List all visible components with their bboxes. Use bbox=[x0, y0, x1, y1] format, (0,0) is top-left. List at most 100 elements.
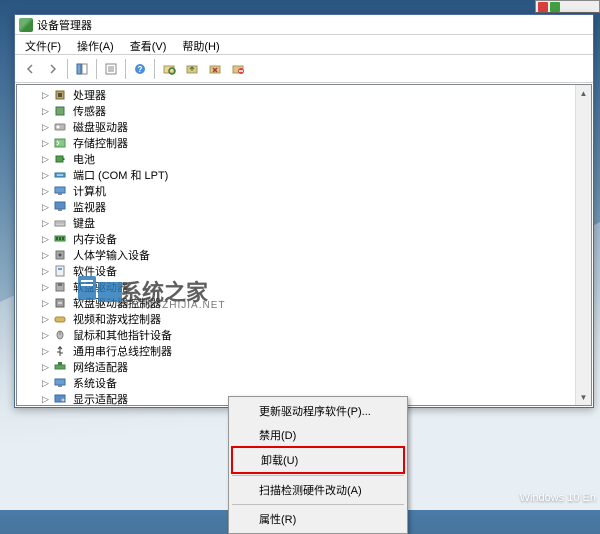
memory-icon bbox=[52, 232, 68, 246]
scroll-up-arrow[interactable]: ▲ bbox=[576, 85, 591, 101]
app-icon bbox=[538, 2, 548, 12]
menu-action[interactable]: 操作(A) bbox=[69, 35, 122, 54]
expander-icon[interactable]: ▷ bbox=[39, 90, 52, 101]
expander-icon[interactable]: ▷ bbox=[39, 170, 52, 181]
tree-label: 键盘 bbox=[71, 215, 97, 231]
tree-label: 磁盘驱动器 bbox=[71, 119, 130, 135]
expander-icon[interactable]: ▷ bbox=[39, 138, 52, 149]
tree-usb[interactable]: ▷ 通用串行总线控制器 bbox=[21, 343, 591, 359]
scan-hardware-button[interactable] bbox=[158, 58, 180, 80]
device-manager-window: 设备管理器 文件(F) 操作(A) 查看(V) 帮助(H) ? ▷ 处理器 ▷ 传感… bbox=[14, 14, 594, 408]
usb-icon bbox=[52, 344, 68, 358]
ctx-properties[interactable]: 属性(R) bbox=[231, 507, 405, 531]
tree-cpu[interactable]: ▷ 处理器 bbox=[21, 87, 591, 103]
tree-software[interactable]: ▷ 软件设备 bbox=[21, 263, 591, 279]
svg-text:?: ? bbox=[138, 65, 143, 74]
tree-mouseother[interactable]: ▷ 鼠标和其他指针设备 bbox=[21, 327, 591, 343]
tree-storage[interactable]: ▷存储控制器 bbox=[21, 135, 591, 151]
tree-battery[interactable]: ▷电池 bbox=[21, 151, 591, 167]
network-icon bbox=[52, 360, 68, 374]
tree-computer[interactable]: ▷ 计算机 bbox=[21, 183, 591, 199]
software-icon bbox=[52, 264, 68, 278]
tree-network[interactable]: ▷ 网络适配器 bbox=[21, 359, 591, 375]
separator bbox=[67, 59, 68, 79]
app-icon bbox=[550, 2, 560, 12]
tree-floppyctl[interactable]: ▷ 软盘驱动器控制器 bbox=[21, 295, 591, 311]
scroll-down-arrow[interactable]: ▼ bbox=[576, 389, 591, 405]
expander-icon[interactable]: ▷ bbox=[39, 378, 52, 389]
expander-icon[interactable]: ▷ bbox=[39, 154, 52, 165]
tree-label: 传感器 bbox=[71, 103, 108, 119]
tree-memory[interactable]: ▷内存设备 bbox=[21, 231, 591, 247]
tree-label: 监视器 bbox=[71, 199, 108, 215]
hid-icon bbox=[52, 248, 68, 262]
back-button[interactable] bbox=[19, 58, 41, 80]
tree-label: 通用串行总线控制器 bbox=[71, 343, 174, 359]
tree-label: 系统设备 bbox=[71, 375, 119, 391]
mouse-icon bbox=[52, 328, 68, 342]
expander-icon[interactable]: ▷ bbox=[39, 314, 52, 325]
expander-icon[interactable]: ▷ bbox=[39, 346, 52, 357]
expander-icon[interactable]: ▷ bbox=[39, 106, 52, 117]
tree-label: 视频和游戏控制器 bbox=[71, 311, 163, 327]
tree-label: 鼠标和其他指针设备 bbox=[71, 327, 174, 343]
uninstall-button[interactable] bbox=[204, 58, 226, 80]
separator bbox=[125, 59, 126, 79]
expander-icon[interactable]: ▷ bbox=[39, 234, 52, 245]
tree-system[interactable]: ▷ 系统设备 bbox=[21, 375, 591, 391]
tree-disk[interactable]: ▷ 磁盘驱动器 bbox=[21, 119, 591, 135]
tree-label: 软盘驱动器控制器 bbox=[71, 295, 163, 311]
keyboard-icon bbox=[52, 216, 68, 230]
expander-icon[interactable]: ▷ bbox=[39, 250, 52, 261]
vertical-scrollbar[interactable]: ▲ ▼ bbox=[575, 85, 591, 405]
properties-button[interactable] bbox=[100, 58, 122, 80]
expander-icon[interactable]: ▷ bbox=[39, 202, 52, 213]
expander-icon[interactable]: ▷ bbox=[39, 362, 52, 373]
expander-icon[interactable]: ▷ bbox=[39, 282, 52, 293]
help-button[interactable]: ? bbox=[129, 58, 151, 80]
menu-file[interactable]: 文件(F) bbox=[17, 35, 69, 54]
ctx-update-driver[interactable]: 更新驱动程序软件(P)... bbox=[231, 399, 405, 423]
tree-videogame[interactable]: ▷ 视频和游戏控制器 bbox=[21, 311, 591, 327]
separator bbox=[154, 59, 155, 79]
port-icon bbox=[52, 168, 68, 182]
expander-icon[interactable]: ▷ bbox=[39, 330, 52, 341]
monitor-icon bbox=[52, 200, 68, 214]
context-menu: 更新驱动程序软件(P)... 禁用(D) 卸载(U) 扫描检测硬件改动(A) 属… bbox=[228, 396, 408, 534]
titlebar[interactable]: 设备管理器 bbox=[15, 15, 593, 35]
tree-ports[interactable]: ▷端口 (COM 和 LPT) bbox=[21, 167, 591, 183]
forward-button[interactable] bbox=[42, 58, 64, 80]
ctx-disable[interactable]: 禁用(D) bbox=[231, 423, 405, 447]
expander-icon[interactable]: ▷ bbox=[39, 266, 52, 277]
tree-label: 计算机 bbox=[71, 183, 108, 199]
expander-icon[interactable]: ▷ bbox=[39, 122, 52, 133]
menu-help[interactable]: 帮助(H) bbox=[174, 35, 227, 54]
menu-view[interactable]: 查看(V) bbox=[122, 35, 175, 54]
tree-sensor[interactable]: ▷ 传感器 bbox=[21, 103, 591, 119]
tree-label: 网络适配器 bbox=[71, 359, 130, 375]
separator bbox=[232, 475, 404, 476]
tree-label: 处理器 bbox=[71, 87, 108, 103]
tree-floppy[interactable]: ▷ 软盘驱动器 bbox=[21, 279, 591, 295]
device-tree[interactable]: ▷ 处理器 ▷ 传感器 ▷ 磁盘驱动器 ▷存储控制器 ▷电池 ▷端口 (COM 和 L… bbox=[16, 84, 592, 406]
expander-icon[interactable]: ▷ bbox=[39, 298, 52, 309]
ctx-scan-hardware[interactable]: 扫描检测硬件改动(A) bbox=[231, 478, 405, 502]
toolbar: ? bbox=[15, 55, 593, 83]
expander-icon[interactable]: ▷ bbox=[39, 186, 52, 197]
tree-monitor[interactable]: ▷ 监视器 bbox=[21, 199, 591, 215]
tree-hid[interactable]: ▷人体学输入设备 bbox=[21, 247, 591, 263]
app-icon bbox=[19, 18, 33, 32]
update-driver-button[interactable] bbox=[181, 58, 203, 80]
ctx-uninstall[interactable]: 卸载(U) bbox=[231, 446, 405, 474]
tree-label: 软件设备 bbox=[71, 263, 119, 279]
disable-button[interactable] bbox=[227, 58, 249, 80]
tree-label: 软盘驱动器 bbox=[71, 279, 130, 295]
show-hide-tree-button[interactable] bbox=[71, 58, 93, 80]
expander-icon[interactable]: ▷ bbox=[39, 218, 52, 229]
storage-icon bbox=[52, 136, 68, 150]
floppy-icon bbox=[52, 280, 68, 294]
tree-label: 显示适配器 bbox=[71, 391, 130, 406]
tree-keyboard[interactable]: ▷ 键盘 bbox=[21, 215, 591, 231]
expander-icon[interactable]: ▷ bbox=[39, 394, 52, 405]
disk-icon bbox=[52, 120, 68, 134]
